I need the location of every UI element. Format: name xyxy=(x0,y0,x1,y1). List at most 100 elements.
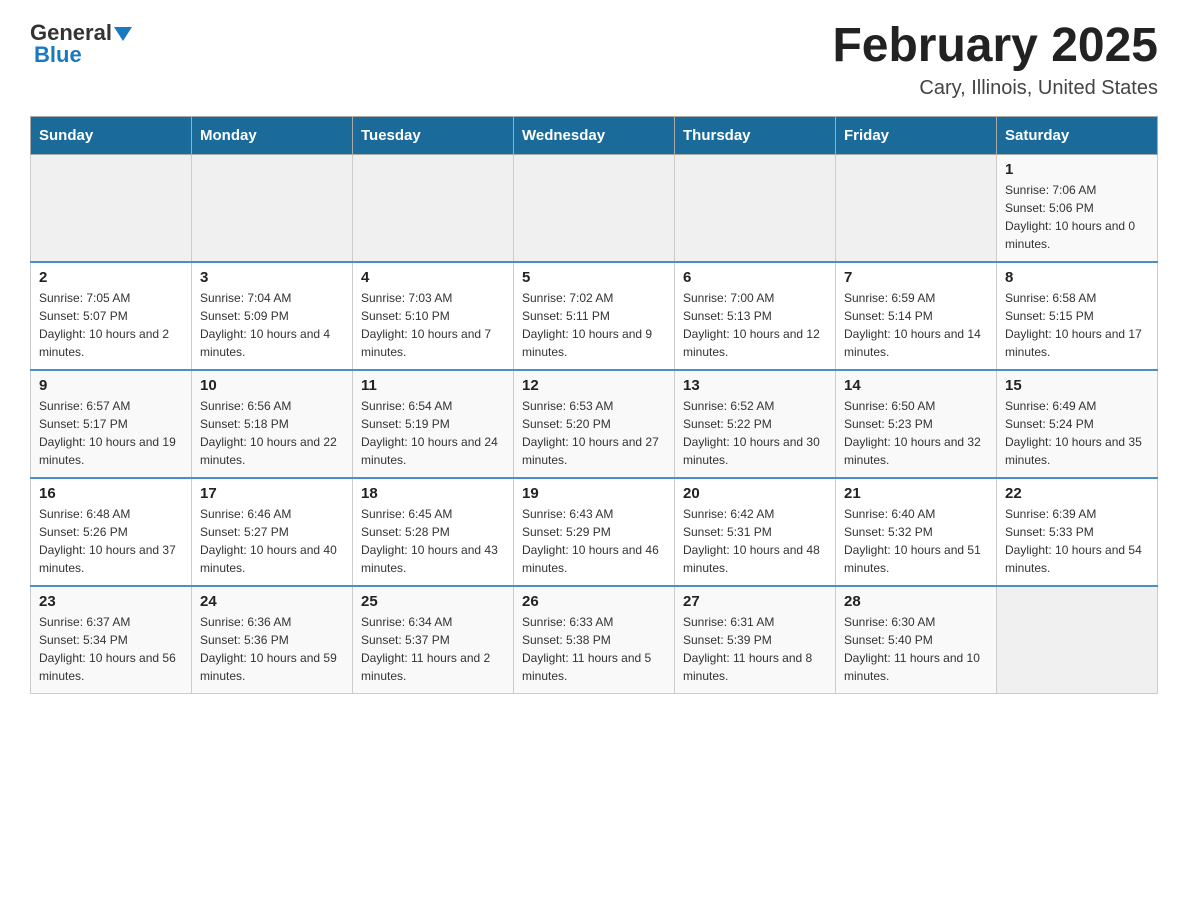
page-header: General Blue February 2025 Cary, Illinoi… xyxy=(30,20,1158,100)
day-number: 16 xyxy=(39,485,183,502)
location-subtitle: Cary, Illinois, United States xyxy=(832,77,1158,100)
day-number: 13 xyxy=(683,377,827,394)
day-number: 27 xyxy=(683,593,827,610)
calendar-day-cell: 9Sunrise: 6:57 AMSunset: 5:17 PMDaylight… xyxy=(31,370,192,478)
day-number: 3 xyxy=(200,269,344,286)
day-info: Sunrise: 7:00 AMSunset: 5:13 PMDaylight:… xyxy=(683,289,827,361)
day-info: Sunrise: 7:05 AMSunset: 5:07 PMDaylight:… xyxy=(39,289,183,361)
day-header-wednesday: Wednesday xyxy=(514,116,675,154)
day-header-thursday: Thursday xyxy=(675,116,836,154)
calendar-day-cell: 7 Sunrise: 6:59 AMSunset: 5:14 PMDaylight… xyxy=(836,262,997,370)
day-info: Sunrise: 6:54 AMSunset: 5:19 PMDaylight:… xyxy=(361,397,505,469)
calendar-day-cell xyxy=(997,586,1158,694)
day-info: Sunrise: 6:39 AMSunset: 5:33 PMDaylight:… xyxy=(1005,505,1149,577)
calendar-day-cell xyxy=(836,154,997,262)
day-number: 22 xyxy=(1005,485,1149,502)
day-info: Sunrise: 6:46 AMSunset: 5:27 PMDaylight:… xyxy=(200,505,344,577)
day-header-sunday: Sunday xyxy=(31,116,192,154)
day-info: Sunrise: 6:33 AMSunset: 5:38 PMDaylight:… xyxy=(522,613,666,685)
calendar-week-row: 16 Sunrise: 6:48 AMSunset: 5:26 PMDayligh… xyxy=(31,478,1158,586)
day-number: 23 xyxy=(39,593,183,610)
day-header-friday: Friday xyxy=(836,116,997,154)
calendar-day-cell: 27 Sunrise: 6:31 AMSunset: 5:39 PMDayligh… xyxy=(675,586,836,694)
calendar-day-cell: 22 Sunrise: 6:39 AMSunset: 5:33 PMDayligh… xyxy=(997,478,1158,586)
calendar-week-row: 2 Sunrise: 7:05 AMSunset: 5:07 PMDaylight… xyxy=(31,262,1158,370)
day-number: 1 xyxy=(1005,161,1149,178)
calendar-day-cell: 17 Sunrise: 6:46 AMSunset: 5:27 PMDayligh… xyxy=(192,478,353,586)
logo-blue-text: Blue xyxy=(30,42,82,68)
day-number: 11 xyxy=(361,377,505,394)
day-info: Sunrise: 6:49 AMSunset: 5:24 PMDaylight:… xyxy=(1005,397,1149,469)
day-info: Sunrise: 6:36 AMSunset: 5:36 PMDaylight:… xyxy=(200,613,344,685)
day-number: 5 xyxy=(522,269,666,286)
calendar-day-cell xyxy=(192,154,353,262)
day-number: 6 xyxy=(683,269,827,286)
day-info: Sunrise: 6:52 AMSunset: 5:22 PMDaylight:… xyxy=(683,397,827,469)
day-number: 15 xyxy=(1005,377,1149,394)
calendar-day-cell: 23 Sunrise: 6:37 AMSunset: 5:34 PMDayligh… xyxy=(31,586,192,694)
day-info: Sunrise: 7:06 AMSunset: 5:06 PMDaylight:… xyxy=(1005,181,1149,253)
day-number: 2 xyxy=(39,269,183,286)
calendar-day-cell: 1 Sunrise: 7:06 AMSunset: 5:06 PMDaylight… xyxy=(997,154,1158,262)
calendar-day-cell: 2 Sunrise: 7:05 AMSunset: 5:07 PMDaylight… xyxy=(31,262,192,370)
day-info: Sunrise: 6:43 AMSunset: 5:29 PMDaylight:… xyxy=(522,505,666,577)
day-info: Sunrise: 6:48 AMSunset: 5:26 PMDaylight:… xyxy=(39,505,183,577)
day-header-tuesday: Tuesday xyxy=(353,116,514,154)
day-number: 7 xyxy=(844,269,988,286)
calendar-day-cell: 15 Sunrise: 6:49 AMSunset: 5:24 PMDayligh… xyxy=(997,370,1158,478)
day-number: 24 xyxy=(200,593,344,610)
calendar-day-cell: 3 Sunrise: 7:04 AMSunset: 5:09 PMDaylight… xyxy=(192,262,353,370)
day-info: Sunrise: 6:59 AMSunset: 5:14 PMDaylight:… xyxy=(844,289,988,361)
day-info: Sunrise: 6:53 AMSunset: 5:20 PMDaylight:… xyxy=(522,397,666,469)
calendar-day-cell: 12 Sunrise: 6:53 AMSunset: 5:20 PMDayligh… xyxy=(514,370,675,478)
calendar-day-cell: 6 Sunrise: 7:00 AMSunset: 5:13 PMDaylight… xyxy=(675,262,836,370)
day-number: 8 xyxy=(1005,269,1149,286)
day-number: 10 xyxy=(200,377,344,394)
calendar-day-cell: 28 Sunrise: 6:30 AMSunset: 5:40 PMDayligh… xyxy=(836,586,997,694)
calendar-day-cell: 5 Sunrise: 7:02 AMSunset: 5:11 PMDaylight… xyxy=(514,262,675,370)
day-header-saturday: Saturday xyxy=(997,116,1158,154)
day-info: Sunrise: 6:30 AMSunset: 5:40 PMDaylight:… xyxy=(844,613,988,685)
day-header-monday: Monday xyxy=(192,116,353,154)
day-number: 14 xyxy=(844,377,988,394)
day-info: Sunrise: 6:57 AMSunset: 5:17 PMDaylight:… xyxy=(39,397,183,469)
day-info: Sunrise: 6:40 AMSunset: 5:32 PMDaylight:… xyxy=(844,505,988,577)
calendar-day-cell: 25 Sunrise: 6:34 AMSunset: 5:37 PMDayligh… xyxy=(353,586,514,694)
day-number: 25 xyxy=(361,593,505,610)
title-section: February 2025 Cary, Illinois, United Sta… xyxy=(832,20,1158,100)
calendar-day-cell: 10 Sunrise: 6:56 AMSunset: 5:18 PMDayligh… xyxy=(192,370,353,478)
day-info: Sunrise: 7:04 AMSunset: 5:09 PMDaylight:… xyxy=(200,289,344,361)
day-number: 17 xyxy=(200,485,344,502)
calendar-day-cell: 21Sunrise: 6:40 AMSunset: 5:32 PMDayligh… xyxy=(836,478,997,586)
day-number: 12 xyxy=(522,377,666,394)
day-info: Sunrise: 6:45 AMSunset: 5:28 PMDaylight:… xyxy=(361,505,505,577)
day-number: 4 xyxy=(361,269,505,286)
calendar-day-cell: 8Sunrise: 6:58 AMSunset: 5:15 PMDaylight… xyxy=(997,262,1158,370)
calendar-week-row: 23 Sunrise: 6:37 AMSunset: 5:34 PMDayligh… xyxy=(31,586,1158,694)
calendar-header-row: SundayMondayTuesdayWednesdayThursdayFrid… xyxy=(31,116,1158,154)
calendar-day-cell: 20 Sunrise: 6:42 AMSunset: 5:31 PMDayligh… xyxy=(675,478,836,586)
day-info: Sunrise: 6:56 AMSunset: 5:18 PMDaylight:… xyxy=(200,397,344,469)
day-info: Sunrise: 6:31 AMSunset: 5:39 PMDaylight:… xyxy=(683,613,827,685)
calendar-table: SundayMondayTuesdayWednesdayThursdayFrid… xyxy=(30,116,1158,694)
day-info: Sunrise: 6:42 AMSunset: 5:31 PMDaylight:… xyxy=(683,505,827,577)
calendar-day-cell: 14Sunrise: 6:50 AMSunset: 5:23 PMDayligh… xyxy=(836,370,997,478)
calendar-day-cell: 19 Sunrise: 6:43 AMSunset: 5:29 PMDayligh… xyxy=(514,478,675,586)
calendar-day-cell: 16 Sunrise: 6:48 AMSunset: 5:26 PMDayligh… xyxy=(31,478,192,586)
calendar-day-cell xyxy=(514,154,675,262)
calendar-day-cell xyxy=(353,154,514,262)
day-info: Sunrise: 6:34 AMSunset: 5:37 PMDaylight:… xyxy=(361,613,505,685)
calendar-day-cell xyxy=(31,154,192,262)
calendar-day-cell: 4Sunrise: 7:03 AMSunset: 5:10 PMDaylight… xyxy=(353,262,514,370)
logo: General Blue xyxy=(30,20,132,68)
day-info: Sunrise: 7:02 AMSunset: 5:11 PMDaylight:… xyxy=(522,289,666,361)
calendar-day-cell xyxy=(675,154,836,262)
day-number: 18 xyxy=(361,485,505,502)
day-number: 20 xyxy=(683,485,827,502)
day-number: 26 xyxy=(522,593,666,610)
day-number: 28 xyxy=(844,593,988,610)
day-info: Sunrise: 6:37 AMSunset: 5:34 PMDaylight:… xyxy=(39,613,183,685)
calendar-day-cell: 11 Sunrise: 6:54 AMSunset: 5:19 PMDayligh… xyxy=(353,370,514,478)
calendar-day-cell: 26 Sunrise: 6:33 AMSunset: 5:38 PMDayligh… xyxy=(514,586,675,694)
day-number: 19 xyxy=(522,485,666,502)
